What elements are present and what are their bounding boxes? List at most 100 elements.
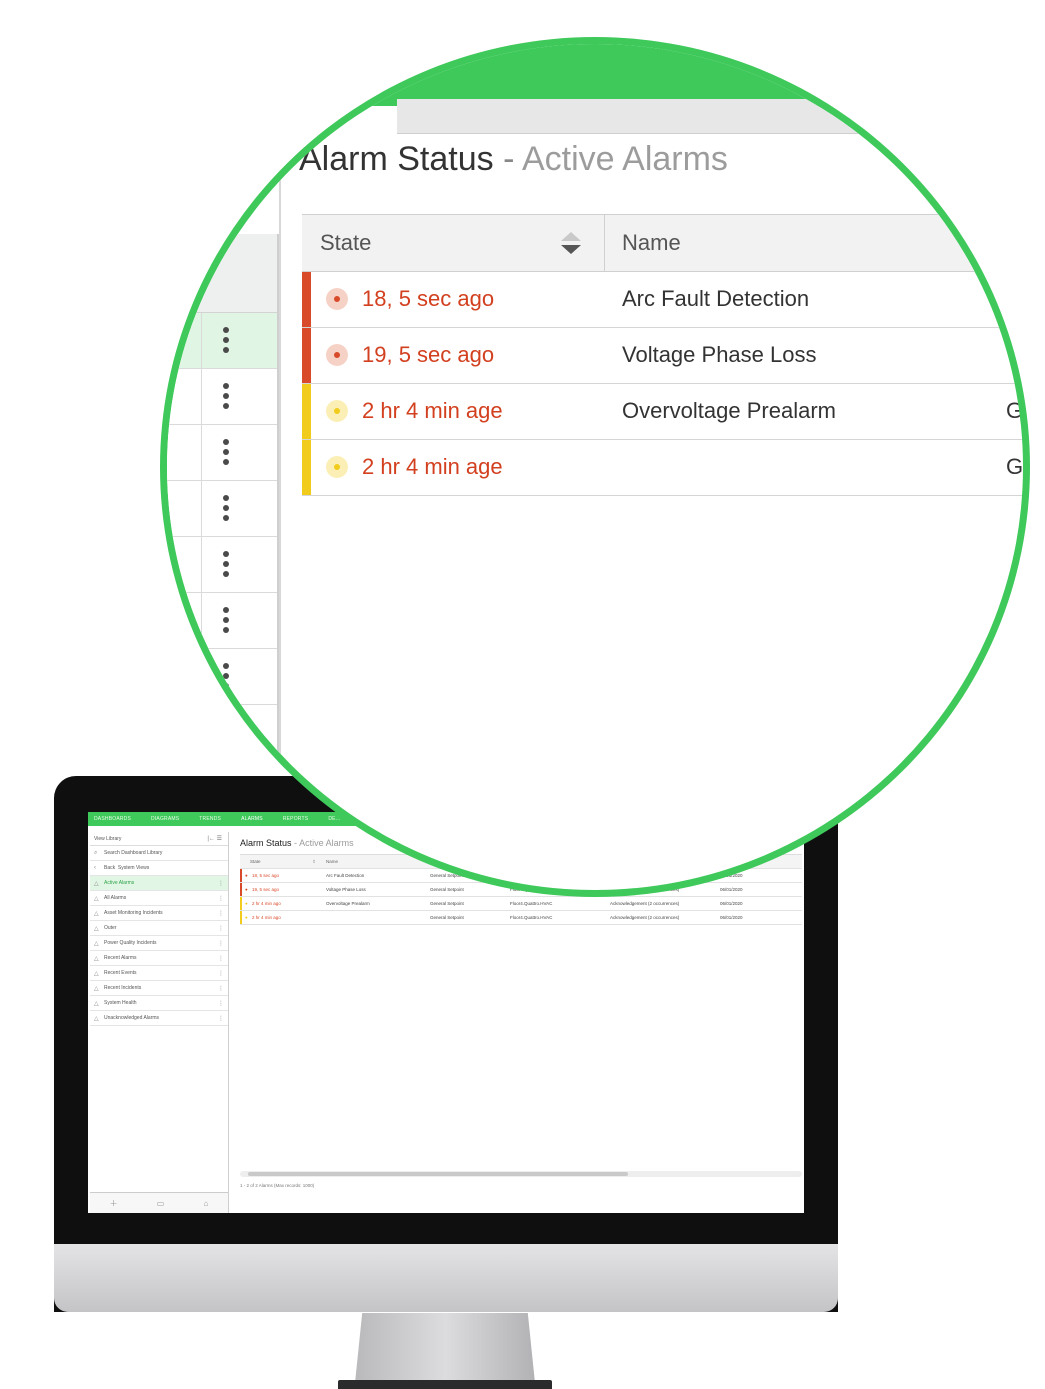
collapse-icon[interactable]: |← [207, 836, 215, 842]
monitor-stand [355, 1313, 535, 1383]
alarm-type: General Setpoint [430, 915, 464, 920]
more-options-icon[interactable]: ⋮ [218, 955, 224, 962]
zoom-sidebar-item[interactable] [167, 313, 277, 369]
sidebar-item[interactable]: △ Asset Monitoring Incidents ⋮ [90, 906, 228, 921]
status-dot-icon: ● [245, 887, 248, 892]
nav-tab-reports[interactable]: REPORTS [283, 816, 308, 822]
severity-bar [302, 328, 311, 383]
more-options-icon[interactable] [223, 326, 229, 354]
sidebar-item-label: Recent Incidents [104, 985, 142, 991]
menu-icon[interactable]: ☰ [217, 836, 222, 842]
zoom-toolbar [397, 99, 1023, 134]
zoom-alarm-table: State Name 18, 5 sec ago Arc Fault Detect… [302, 214, 1024, 496]
alarm-state: 19, 5 sec ago [252, 887, 280, 892]
alarm-state: 18, 5 sec ago [252, 873, 280, 878]
more-options-icon[interactable]: ⋮ [218, 1000, 224, 1007]
bell-icon: △ [94, 880, 99, 887]
sidebar-title: View Library [94, 835, 122, 842]
horizontal-scrollbar[interactable] [240, 1171, 802, 1177]
zoom-top-nav [167, 44, 1023, 106]
more-options-icon[interactable]: ⋮ [218, 880, 224, 887]
breadcrumb[interactable]: ‹ Back System Views [90, 861, 228, 876]
plus-icon[interactable]: ＋ [110, 1198, 118, 1209]
more-options-icon[interactable]: ⋮ [218, 1015, 224, 1022]
zoom-sidebar-item[interactable] [167, 593, 277, 649]
alarm-name: Voltage Phase Loss [326, 887, 366, 892]
more-options-icon[interactable]: ⋮ [218, 940, 224, 947]
more-options-icon[interactable] [223, 662, 229, 690]
sidebar-item[interactable]: △ Recent Incidents ⋮ [90, 981, 228, 996]
more-options-icon[interactable] [223, 382, 229, 410]
sidebar-item[interactable]: △ Recent Events ⋮ [90, 966, 228, 981]
zoom-sidebar-item[interactable] [167, 369, 277, 425]
column-divider[interactable] [604, 215, 605, 271]
sidebar-item[interactable]: △ Outer ⋮ [90, 921, 228, 936]
bell-icon: △ [94, 895, 99, 902]
breadcrumb-current: System Views [117, 865, 150, 871]
more-options-icon[interactable] [223, 606, 229, 634]
sidebar-item-label: Recent Alarms [104, 955, 137, 961]
more-options-icon[interactable] [223, 494, 229, 522]
more-options-icon[interactable] [223, 438, 229, 466]
alarm-date: 06/01/2020 [720, 887, 743, 892]
sidebar-item-label: Asset Monitoring Incidents [104, 910, 163, 916]
scroll-thumb[interactable] [248, 1172, 628, 1176]
bell-icon: △ [94, 940, 99, 947]
sidebar-item[interactable]: △ Active Alarms ⋮ [90, 876, 228, 891]
bell-icon: △ [94, 925, 99, 932]
col-state[interactable]: State [250, 859, 261, 864]
more-options-icon[interactable]: ⋮ [218, 970, 224, 977]
zoom-sidebar-item[interactable] [167, 481, 277, 537]
nav-tab-dashboards[interactable]: DASHBOARDS [94, 816, 131, 822]
cell-divider [201, 593, 202, 648]
back-chevron-icon[interactable]: ‹ [94, 865, 104, 871]
table-row[interactable]: ● 2 hr 4 min ago General Setpoint Floor4.Qu… [240, 911, 802, 925]
collapse-menu-icon[interactable]: |← ☰ [207, 835, 222, 842]
zoom-sidebar-item[interactable] [167, 537, 277, 593]
nav-tab-diagrams[interactable]: DIAGRAMS [151, 816, 179, 822]
zoom-sidebar-item[interactable] [167, 649, 277, 705]
sidebar-search[interactable]: ⌕ Search Dashboard Library [90, 846, 228, 861]
alarm-state: 2 hr 4 min age [362, 454, 503, 479]
table-row[interactable]: 2 hr 4 min age Overvoltage Prealarm G [302, 384, 1024, 440]
table-row[interactable]: ● 2 hr 4 min ago Overvoltage Prealarm Gener… [240, 897, 802, 911]
severity-bar [302, 272, 311, 327]
back-link[interactable]: Back [104, 865, 115, 871]
folder-icon[interactable]: ▭ [157, 1199, 165, 1208]
more-options-icon[interactable]: ⋮ [218, 985, 224, 992]
sidebar-item-label: Recent Events [104, 970, 137, 976]
table-row[interactable]: 19, 5 sec ago Voltage Phase Loss [302, 328, 1023, 384]
more-options-icon[interactable]: ⋮ [218, 925, 224, 932]
alarm-state: 2 hr 4 min ago [252, 901, 281, 906]
table-row[interactable]: 18, 5 sec ago Arc Fault Detection [302, 272, 1023, 328]
sort-icon[interactable] [560, 229, 582, 257]
sidebar-item-label: Active Alarms [104, 880, 135, 886]
home-icon[interactable]: ⌂ [204, 1199, 209, 1208]
cell-divider [201, 537, 202, 592]
zoom-sidebar-item[interactable] [167, 425, 277, 481]
title-subtitle: Active Alarms [299, 838, 354, 848]
more-options-icon[interactable] [223, 550, 229, 578]
severity-bar [240, 869, 242, 882]
col-name[interactable]: Name [326, 859, 338, 864]
sidebar-item[interactable]: △ Unacknowledged Alarms ⋮ [90, 1011, 228, 1026]
zoom-col-state[interactable]: State [320, 230, 371, 256]
sidebar-item-label: Unacknowledged Alarms [104, 1015, 160, 1021]
table-row[interactable]: 2 hr 4 min age G [302, 440, 1024, 496]
sort-icon[interactable]: ⇕ [312, 859, 316, 865]
sidebar-item[interactable]: △ Power Quality Incidents ⋮ [90, 936, 228, 951]
sidebar-item[interactable]: △ Recent Alarms ⋮ [90, 951, 228, 966]
more-options-icon[interactable]: ⋮ [218, 895, 224, 902]
nav-tab-more[interactable]: DE... [328, 816, 340, 822]
zoom-col-name[interactable]: Name [622, 230, 681, 256]
nav-tab-trends[interactable]: TRENDS [199, 816, 221, 822]
zoom-page-title: Alarm Status - Active Alarms [299, 140, 728, 179]
sidebar-item-label: Outer [104, 925, 117, 931]
sidebar-item[interactable]: △ System Health ⋮ [90, 996, 228, 1011]
severity-bar [240, 897, 242, 910]
alarm-extra-cell: G [1006, 454, 1024, 479]
sidebar-item[interactable]: △ All Alarms ⋮ [90, 891, 228, 906]
alarm-extra-cell: G [1006, 398, 1024, 423]
more-options-icon[interactable]: ⋮ [218, 910, 224, 917]
nav-tab-alarms[interactable]: ALARMS [241, 816, 263, 822]
